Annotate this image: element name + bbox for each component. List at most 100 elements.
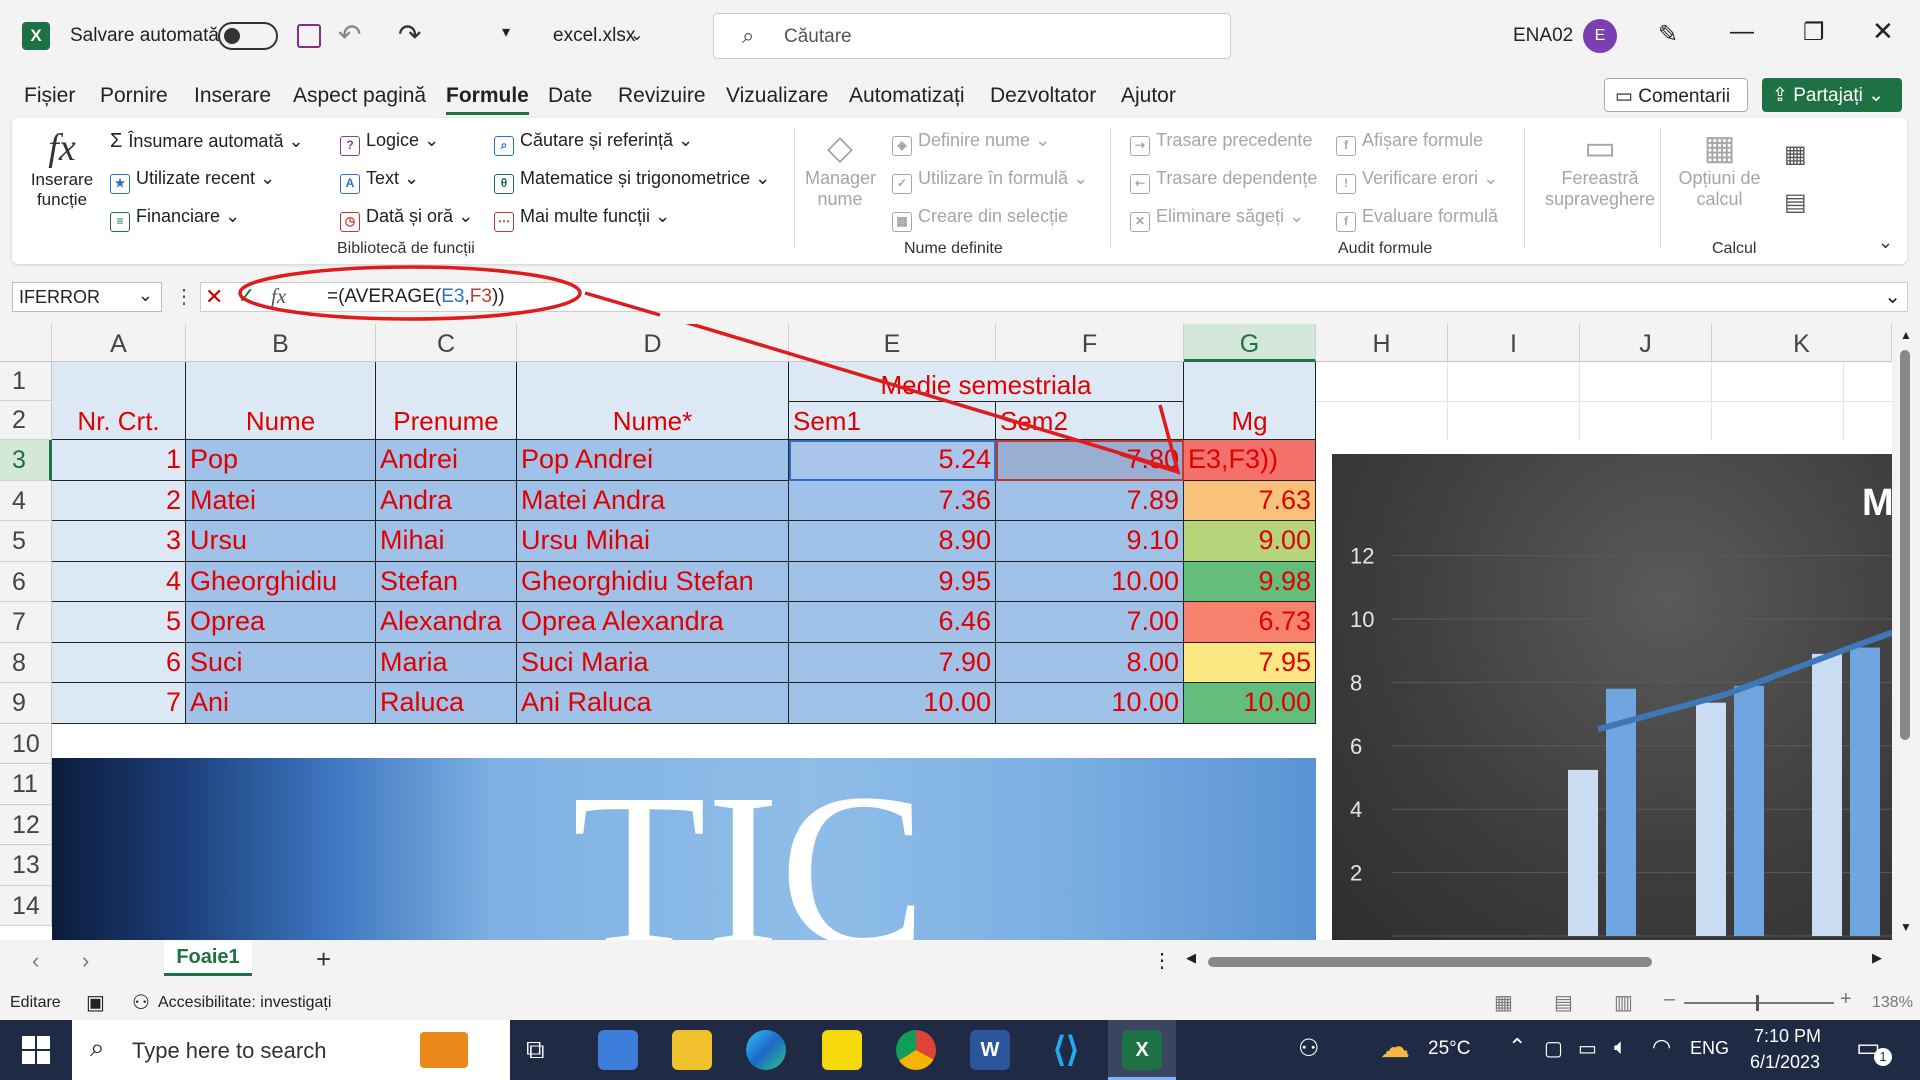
scroll-down-icon[interactable]: ▼ bbox=[1900, 920, 1912, 934]
row-header-4[interactable]: 4 bbox=[0, 480, 52, 521]
cell-prenume[interactable]: Maria bbox=[376, 642, 517, 683]
cell-sem2[interactable]: 10.00 bbox=[996, 561, 1184, 602]
cancel-icon[interactable]: ✕ bbox=[205, 284, 223, 310]
undo-icon[interactable]: ↶ bbox=[338, 18, 361, 51]
clock-date[interactable]: 6/1/2023 bbox=[1750, 1052, 1820, 1073]
cell-mg[interactable]: 9.00 bbox=[1184, 521, 1316, 562]
vertical-scrollbar[interactable]: ▲ ▼ bbox=[1892, 324, 1920, 940]
chrome-icon[interactable] bbox=[896, 1030, 936, 1070]
define-name-button[interactable]: ◈ Definire nume ⌄ bbox=[892, 130, 1050, 156]
cell-nume-full[interactable]: Oprea Alexandra bbox=[517, 602, 789, 643]
column-header-i[interactable]: I bbox=[1448, 324, 1580, 362]
file-explorer-icon[interactable] bbox=[672, 1030, 712, 1070]
insert-function-button[interactable]: fx Inserare funcție bbox=[22, 126, 102, 236]
hscroll-right-icon[interactable]: ▶ bbox=[1872, 950, 1882, 966]
save-icon[interactable] bbox=[297, 24, 321, 48]
volume-icon[interactable]: 🔈︎ bbox=[1614, 1034, 1627, 1060]
calc-options-button[interactable]: ▦ Opțiuni de calcul bbox=[1672, 128, 1767, 210]
math-button[interactable]: θ Matematice și trigonometrice ⌄ bbox=[494, 168, 770, 194]
menu-revizuire[interactable]: Revizuire bbox=[618, 84, 706, 108]
cell-nume-full[interactable]: Suci Maria bbox=[517, 642, 789, 683]
row-header-9[interactable]: 9 bbox=[0, 683, 52, 724]
cell-sem2[interactable]: 7.89 bbox=[996, 480, 1184, 521]
cell-sem1[interactable]: 5.24 bbox=[789, 440, 996, 481]
redo-icon[interactable]: ↷ bbox=[398, 18, 421, 51]
windows-start-icon[interactable] bbox=[22, 1036, 50, 1064]
cell-mg[interactable]: 6.73 bbox=[1184, 602, 1316, 643]
column-header-d[interactable]: D bbox=[517, 324, 789, 362]
cell-mg[interactable]: 7.95 bbox=[1184, 642, 1316, 683]
accessibility-icon[interactable]: ⚇ bbox=[132, 990, 150, 1015]
lookup-button[interactable]: ⌕ Căutare și referință ⌄ bbox=[494, 130, 693, 156]
tray-chevron-icon[interactable]: ⌃ bbox=[1508, 1034, 1526, 1060]
menu-dezvoltator[interactable]: Dezvoltator bbox=[990, 84, 1096, 108]
menu-date[interactable]: Date bbox=[548, 84, 592, 108]
control-panel-icon[interactable] bbox=[598, 1030, 638, 1070]
filename[interactable]: excel.xlsx bbox=[553, 25, 635, 47]
tab-next-icon[interactable]: › bbox=[82, 948, 89, 974]
column-header-j[interactable]: J bbox=[1580, 324, 1712, 362]
scroll-up-icon[interactable]: ▲ bbox=[1900, 328, 1912, 342]
cell-nume[interactable]: Matei bbox=[186, 480, 376, 521]
trace-dependents-button[interactable]: ⇠ Trasare dependențe bbox=[1130, 168, 1317, 194]
cell-sem2[interactable]: 9.10 bbox=[996, 521, 1184, 562]
financial-button[interactable]: ≡ Financiare ⌄ bbox=[110, 206, 240, 232]
menu-aspect-pagina[interactable]: Aspect pagină bbox=[293, 84, 426, 108]
row-header-3[interactable]: 3 bbox=[0, 440, 52, 481]
ribbon-collapse-icon[interactable]: ⌄ bbox=[1878, 232, 1893, 253]
clock-time[interactable]: 7:10 PM bbox=[1754, 1026, 1821, 1047]
notification-button[interactable]: ▭ 1 bbox=[1856, 1032, 1892, 1066]
trace-precedents-button[interactable]: ⇢ Trasare precedente bbox=[1130, 130, 1312, 156]
column-header-e[interactable]: E bbox=[789, 324, 996, 362]
filename-chevron-icon[interactable]: ⌄ bbox=[630, 25, 643, 45]
cell-nr[interactable]: 6 bbox=[52, 642, 186, 683]
cell-nr[interactable]: 1 bbox=[52, 440, 186, 481]
more-functions-button[interactable]: ⋯ Mai multe funcții ⌄ bbox=[494, 206, 670, 232]
cell-nume-full[interactable]: Ursu Mihai bbox=[517, 521, 789, 562]
row-header-8[interactable]: 8 bbox=[0, 642, 52, 683]
column-header-g[interactable]: G bbox=[1184, 324, 1316, 362]
row-header-10[interactable]: 10 bbox=[0, 723, 52, 764]
header-medie-semestriala[interactable]: Medie semestriala bbox=[789, 362, 1184, 402]
column-header-f[interactable]: F bbox=[996, 324, 1184, 362]
cell-prenume[interactable]: Stefan bbox=[376, 561, 517, 602]
close-icon[interactable]: ✕ bbox=[1872, 16, 1894, 47]
name-box[interactable]: IFERROR ⌄ bbox=[12, 282, 162, 312]
zoom-level[interactable]: 138% bbox=[1872, 994, 1913, 1012]
zoom-slider[interactable] bbox=[1684, 995, 1834, 1011]
cell-nr[interactable]: 2 bbox=[52, 480, 186, 521]
cell-sem2[interactable]: 10.00 bbox=[996, 683, 1184, 724]
horizontal-scroll-thumb[interactable] bbox=[1208, 957, 1652, 967]
evaluate-formula-button[interactable]: f Evaluare formulă bbox=[1336, 206, 1498, 232]
share-button[interactable]: ⇪ Partajați ⌄ bbox=[1762, 78, 1902, 112]
enter-icon[interactable]: ✓ bbox=[237, 283, 255, 309]
page-break-icon[interactable]: ▥ bbox=[1614, 990, 1633, 1015]
add-sheet-button[interactable]: + bbox=[316, 944, 331, 975]
scroll-thumb[interactable] bbox=[1900, 350, 1910, 740]
header-nume-full[interactable]: Nume* bbox=[517, 362, 789, 440]
menu-vizualizare[interactable]: Vizualizare bbox=[726, 84, 828, 108]
expand-formula-icon[interactable]: ⌄ bbox=[1884, 284, 1901, 309]
empty-grid-area[interactable] bbox=[1316, 362, 1892, 440]
zoom-slider-thumb[interactable] bbox=[1756, 995, 1759, 1011]
remove-arrows-button[interactable]: ✕ Eliminare săgeți ⌄ bbox=[1130, 206, 1304, 232]
menu-automatizati[interactable]: Automatizați bbox=[849, 84, 965, 108]
quick-access-more-icon[interactable]: ▾ bbox=[502, 22, 510, 42]
cell-nr[interactable]: 4 bbox=[52, 561, 186, 602]
cell-sem2[interactable]: 7.00 bbox=[996, 602, 1184, 643]
cell-prenume[interactable]: Andrei bbox=[376, 440, 517, 481]
cell-sem1[interactable]: 7.90 bbox=[789, 642, 996, 683]
header-sem2[interactable]: Sem2 bbox=[996, 402, 1184, 440]
cell-nume-full[interactable]: Matei Andra bbox=[517, 480, 789, 521]
cell-sem1[interactable]: 9.95 bbox=[789, 561, 996, 602]
name-manager-button[interactable]: ◇ Manager nume bbox=[805, 128, 876, 210]
cell-mg[interactable]: 10.00 bbox=[1184, 683, 1316, 724]
cell-nr[interactable]: 3 bbox=[52, 521, 186, 562]
tab-more-icon[interactable]: ⋮ bbox=[1152, 948, 1172, 973]
page-layout-icon[interactable]: ▤ bbox=[1554, 990, 1573, 1015]
row-header-13[interactable]: 13 bbox=[0, 845, 52, 886]
cell-nume[interactable]: Pop bbox=[186, 440, 376, 481]
show-formulas-button[interactable]: f Afișare formule bbox=[1336, 130, 1483, 156]
language-indicator[interactable]: ENG bbox=[1690, 1038, 1729, 1059]
cell-mg[interactable]: E3,F3)) bbox=[1184, 440, 1316, 481]
